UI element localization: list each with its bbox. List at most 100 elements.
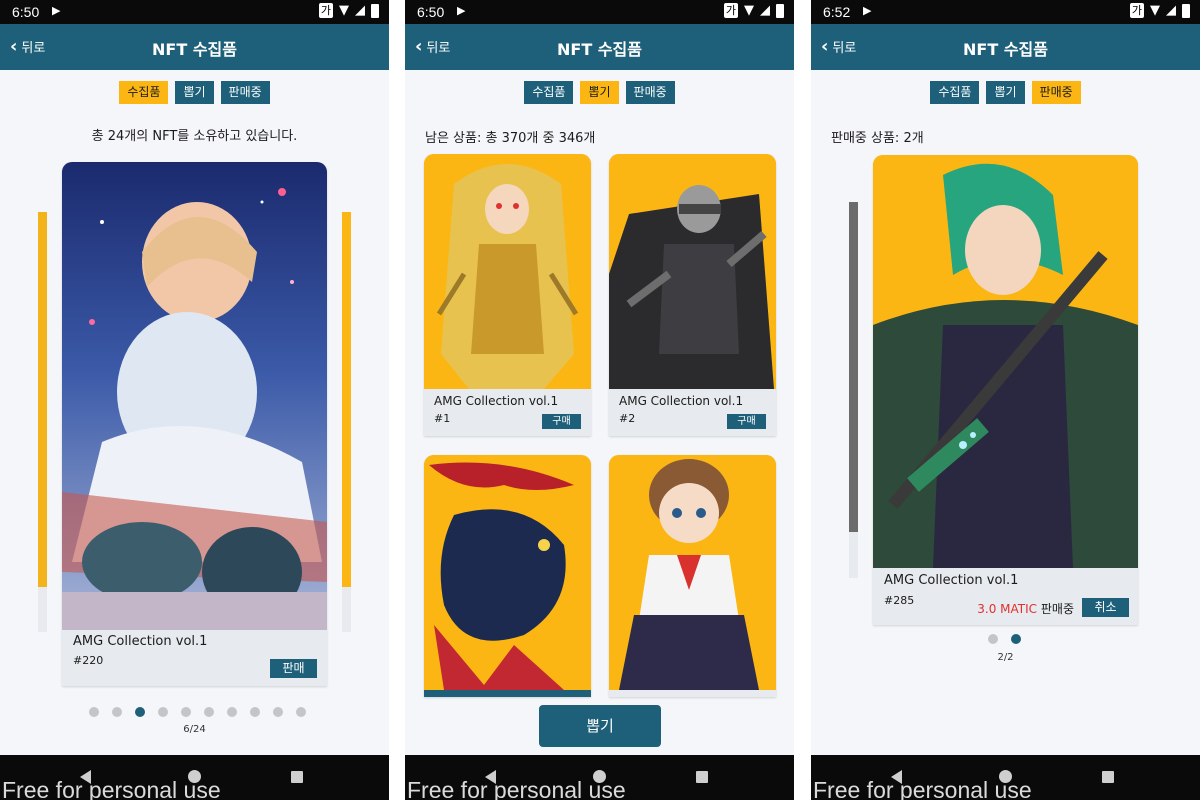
buy-button[interactable]: 구매 (542, 414, 581, 429)
signal-icon: ◢ (1166, 3, 1176, 18)
price-amount: 3.0 MATIC (977, 602, 1038, 616)
nft-card[interactable]: AMG Collection vol.1 #2 구매 (609, 154, 776, 436)
nft-card[interactable]: AMG Collection vol.1 #285 3.0 MATIC 판매중 … (873, 155, 1138, 625)
status-time: 6:52 (823, 4, 851, 20)
nft-card[interactable] (609, 455, 776, 697)
nft-name: AMG Collection vol.1 (73, 634, 208, 649)
draw-button[interactable]: 뽑기 (539, 705, 661, 747)
wifi-icon: ▼ (744, 3, 754, 18)
system-nav-bar: Free for personal use (811, 755, 1200, 800)
nft-number: #2 (619, 412, 636, 425)
nft-artwork (873, 155, 1138, 568)
page-dots (988, 634, 1021, 644)
battery-icon (1182, 3, 1190, 18)
card-footer-strip (424, 690, 591, 697)
owned-count-text: 총 24개의 NFT를 소유하고 있습니다. (91, 129, 298, 144)
on-sale-count-text: 판매중 상품: 2개 (831, 131, 924, 146)
tab-bar: 수집품 뽑기 판매중 (405, 81, 794, 104)
sell-button[interactable]: 판매 (270, 659, 317, 678)
app-bar: ‹ 뒤로 NFT 수집품 (405, 24, 794, 70)
page-dot[interactable] (89, 707, 99, 717)
watermark: Free for personal use (813, 777, 1032, 800)
tab-bar: 수집품 뽑기 판매중 (811, 81, 1200, 104)
wifi-icon: ▼ (339, 3, 349, 18)
tab-collection[interactable]: 수집품 (524, 81, 574, 104)
page-indicator: 2/2 (997, 652, 1014, 663)
input-method-indicator: 가 (723, 3, 738, 18)
play-store-icon: ▶ (457, 4, 466, 17)
nft-card[interactable]: AMG Collection vol.1 #220 판매 (62, 162, 327, 686)
nft-number: #220 (73, 654, 104, 667)
tab-draw[interactable]: 뽑기 (986, 81, 1025, 104)
page-dot-active[interactable] (1011, 634, 1021, 644)
status-bar: 6:50 ▶ 가 ▼ ◢ (0, 0, 389, 24)
nft-card[interactable]: AMG Collection vol.1 #1 구매 (424, 154, 591, 436)
nft-artwork (609, 154, 776, 389)
page-dot[interactable] (112, 707, 122, 717)
draw-screen: 6:50 ▶ 가 ▼ ◢ ‹ 뒤로 NFT 수집품 수집품 뽑기 판매중 남은 … (405, 0, 794, 800)
nft-artwork (609, 455, 776, 690)
nft-card[interactable] (424, 455, 591, 697)
tab-on-sale[interactable]: 판매중 (625, 81, 675, 104)
status-bar: 6:50 ▶ 가 ▼ ◢ (405, 0, 794, 24)
page-title: NFT 수집품 (557, 40, 642, 59)
page-dot-active[interactable] (135, 707, 145, 717)
page-dot[interactable] (181, 707, 191, 717)
tab-draw[interactable]: 뽑기 (175, 81, 214, 104)
battery-icon (776, 3, 784, 18)
nav-recents-icon[interactable] (696, 771, 708, 783)
app-bar: ‹ 뒤로 NFT 수집품 (811, 24, 1200, 70)
nft-name: AMG Collection vol.1 (619, 394, 744, 408)
page-title: NFT 수집품 (963, 40, 1048, 59)
sale-status: 판매중 (1040, 602, 1074, 616)
page-dot[interactable] (250, 707, 260, 717)
battery-icon (371, 3, 379, 18)
page-dot[interactable] (296, 707, 306, 717)
page-title: NFT 수집품 (152, 40, 237, 59)
status-bar: 6:52 ▶ 가 ▼ ◢ (811, 0, 1200, 24)
buy-button[interactable]: 구매 (727, 414, 766, 429)
page-dot[interactable] (273, 707, 283, 717)
tab-collection[interactable]: 수집품 (930, 81, 980, 104)
system-nav-bar: Free for personal use (0, 755, 389, 800)
nft-artwork (62, 162, 327, 630)
status-time: 6:50 (12, 4, 40, 20)
page-dots (89, 707, 306, 717)
status-time: 6:50 (417, 4, 445, 20)
nft-artwork (424, 154, 591, 389)
signal-icon: ◢ (760, 3, 770, 18)
page-dot[interactable] (988, 634, 998, 644)
nav-recents-icon[interactable] (291, 771, 303, 783)
watermark: Free for personal use (2, 777, 221, 800)
next-card-peek[interactable] (342, 212, 351, 632)
app-bar: ‹ 뒤로 NFT 수집품 (0, 24, 389, 70)
tab-on-sale[interactable]: 판매중 (1031, 81, 1081, 104)
watermark: Free for personal use (407, 777, 626, 800)
remaining-count-text: 남은 상품: 총 370개 중 346개 (425, 131, 596, 146)
price-status: 3.0 MATIC 판매중 (977, 600, 1074, 617)
cancel-sale-button[interactable]: 취소 (1082, 598, 1129, 617)
wifi-icon: ▼ (1150, 3, 1160, 18)
tab-collection[interactable]: 수집품 (119, 81, 169, 104)
page-dot[interactable] (204, 707, 214, 717)
input-method-indicator: 가 (1129, 3, 1144, 18)
nav-recents-icon[interactable] (1102, 771, 1114, 783)
prev-card-peek[interactable] (38, 212, 47, 632)
nft-number: #285 (884, 594, 915, 607)
signal-icon: ◢ (355, 3, 365, 18)
nft-name: AMG Collection vol.1 (434, 394, 559, 408)
page-dot[interactable] (227, 707, 237, 717)
prev-card-peek[interactable] (849, 202, 858, 578)
page-indicator: 6/24 (183, 724, 206, 735)
system-nav-bar: Free for personal use (405, 755, 794, 800)
tab-on-sale[interactable]: 판매중 (220, 81, 270, 104)
nft-number: #1 (434, 412, 451, 425)
play-store-icon: ▶ (52, 4, 61, 17)
input-method-indicator: 가 (318, 3, 333, 18)
nft-name: AMG Collection vol.1 (884, 573, 1019, 588)
nft-artwork (424, 455, 591, 690)
on-sale-screen: 6:52 ▶ 가 ▼ ◢ ‹ 뒤로 NFT 수집품 수집품 뽑기 판매중 판매중… (811, 0, 1200, 800)
tab-bar: 수집품 뽑기 판매중 (0, 81, 389, 104)
page-dot[interactable] (158, 707, 168, 717)
tab-draw[interactable]: 뽑기 (580, 81, 619, 104)
